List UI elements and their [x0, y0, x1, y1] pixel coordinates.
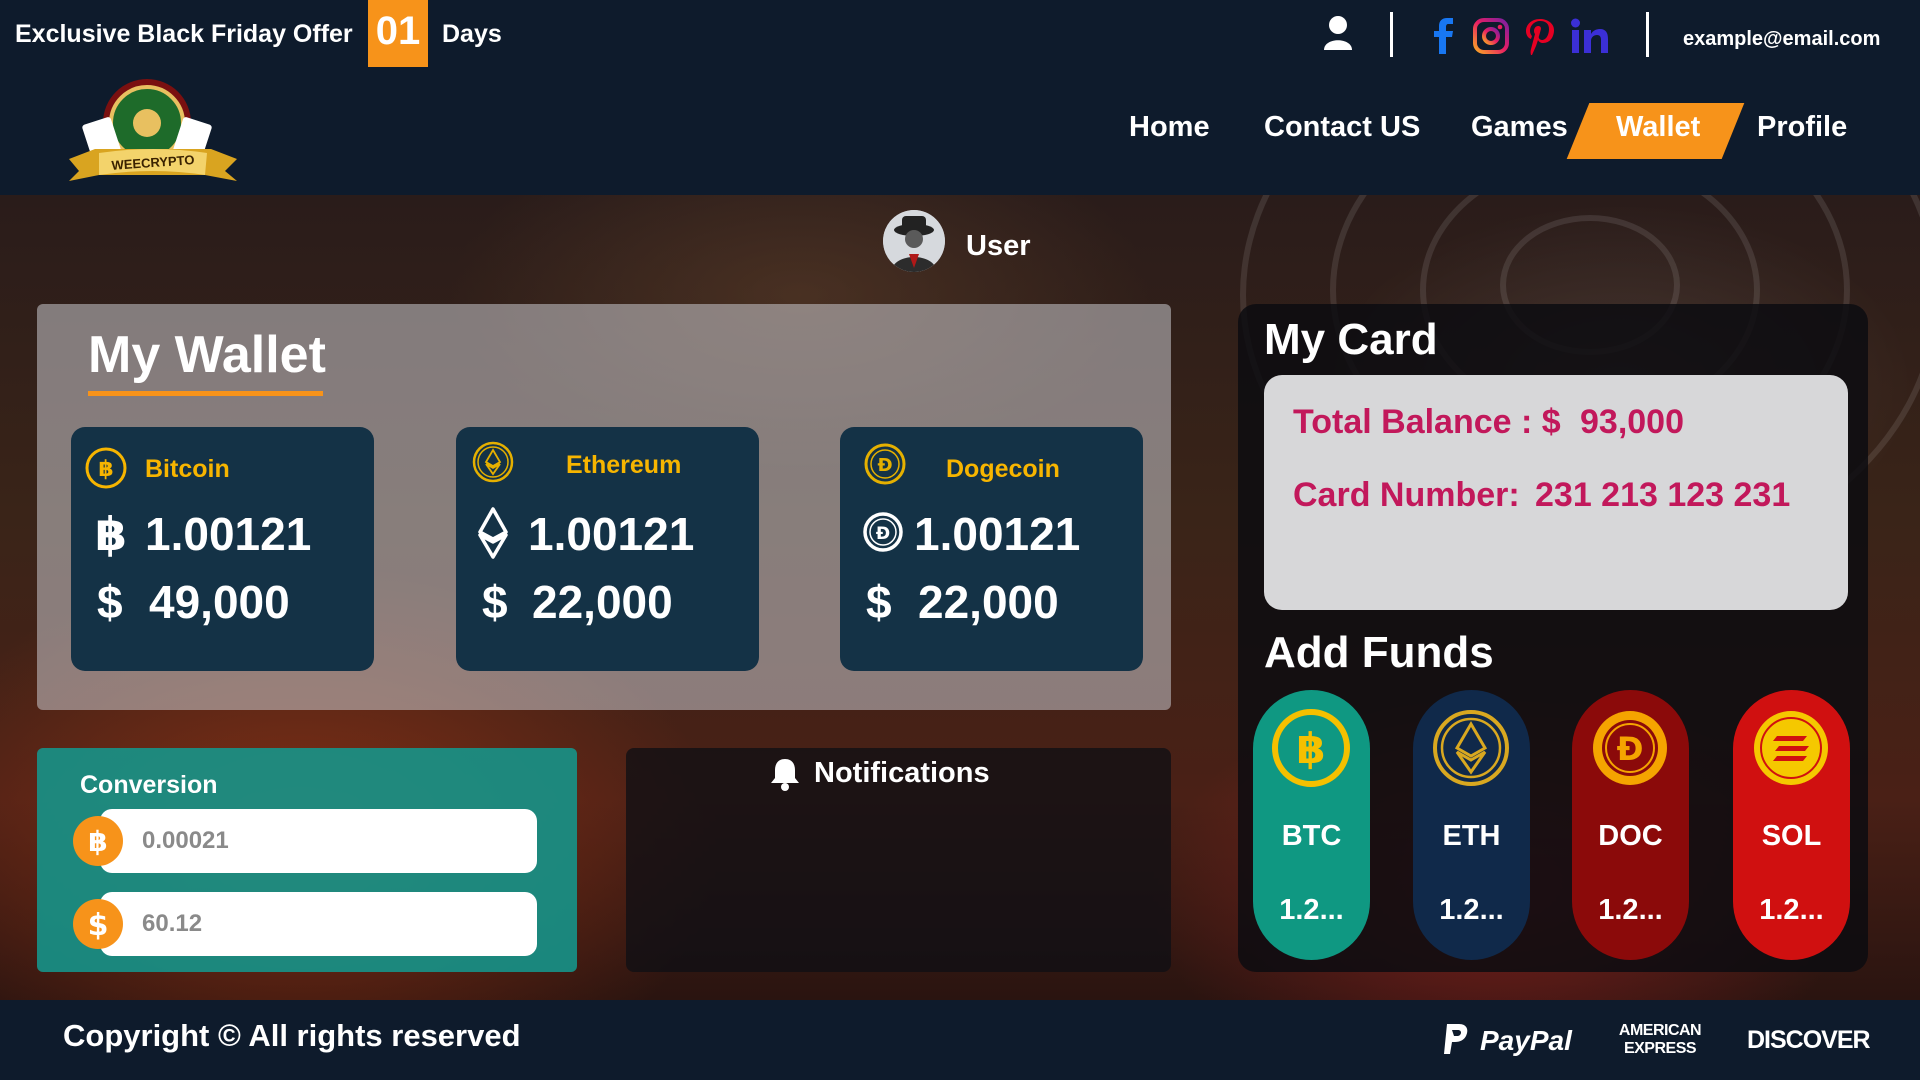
- my-card-title: My Card: [1264, 315, 1438, 364]
- fund-label: DOC: [1598, 820, 1663, 852]
- rights-text: All rights reserved: [248, 1018, 521, 1053]
- fund-value: 1.2...: [1598, 894, 1663, 926]
- svg-text:Đ: Đ: [876, 524, 890, 544]
- nav-profile[interactable]: Profile: [1757, 111, 1847, 144]
- btc-amount-input[interactable]: [100, 809, 537, 873]
- discover-logo: DISCOVER: [1747, 1026, 1871, 1054]
- separator: [1390, 12, 1393, 57]
- bell-icon: [770, 757, 800, 791]
- usd-amount-input[interactable]: [100, 892, 537, 956]
- card-number-label: Card Number:: [1293, 476, 1520, 514]
- days-count: 01: [368, 0, 428, 67]
- add-funds-doc-button[interactable]: Đ DOC 1.2...: [1572, 690, 1689, 960]
- pinterest-icon[interactable]: [1523, 17, 1561, 55]
- days-label: Days: [442, 20, 502, 48]
- fund-value: 1.2...: [1759, 894, 1824, 926]
- paypal-logo: PayPal: [1480, 1025, 1572, 1056]
- add-funds-btc-button[interactable]: ฿ BTC 1.2...: [1253, 690, 1370, 960]
- ethereum-wallet-card[interactable]: Ethereum 1.00121 $ 22,000: [456, 427, 759, 671]
- dollar-icon: $: [72, 898, 124, 950]
- coin-usd-value: 22,000: [532, 576, 673, 628]
- nav-home[interactable]: Home: [1129, 111, 1210, 144]
- svg-text:Đ: Đ: [1617, 730, 1644, 768]
- ethereum-symbol-icon: [478, 507, 508, 559]
- nav-wallet[interactable]: Wallet: [1616, 111, 1700, 144]
- ethereum-icon: [1431, 708, 1511, 788]
- usd-symbol: $: [866, 576, 892, 628]
- paypal-icon: [1443, 1022, 1471, 1056]
- usd-symbol: $: [97, 576, 123, 628]
- coin-name: Bitcoin: [145, 455, 230, 483]
- coin-name: Dogecoin: [946, 455, 1060, 483]
- fund-label: ETH: [1442, 820, 1501, 852]
- coin-symbol: ฿: [95, 508, 128, 560]
- my-wallet-title: My Wallet: [88, 326, 326, 384]
- user-name: User: [966, 230, 1031, 262]
- total-balance-label: Total Balance : $: [1293, 403, 1561, 441]
- svg-text:฿: ฿: [1296, 724, 1325, 773]
- copyright-text: Copyright © All rights reserved: [63, 1018, 521, 1054]
- fund-value: 1.2...: [1279, 894, 1344, 926]
- coin-name: Ethereum: [566, 451, 682, 479]
- user-avatar[interactable]: [883, 210, 945, 272]
- copyright-label: Copyright: [63, 1018, 210, 1053]
- solana-icon: [1751, 708, 1831, 788]
- separator: [1646, 12, 1649, 57]
- add-funds-title: Add Funds: [1264, 628, 1494, 677]
- offer-text: Exclusive Black Friday Offer: [15, 20, 353, 48]
- svg-text:$: $: [88, 908, 109, 943]
- svg-text:Đ: Đ: [877, 455, 892, 476]
- coin-usd-value: 22,000: [918, 576, 1059, 628]
- total-balance-value: 93,000: [1580, 403, 1684, 441]
- bitcoin-icon: ฿: [1271, 708, 1351, 788]
- user-icon[interactable]: [1323, 15, 1353, 51]
- ethereum-icon: [472, 441, 514, 483]
- nav-contact-us[interactable]: Contact US: [1264, 111, 1420, 144]
- coin-usd-value: 49,000: [149, 576, 290, 628]
- contact-email[interactable]: example@email.com: [1683, 28, 1880, 51]
- dogecoin-symbol-icon: Đ: [862, 511, 904, 553]
- coin-amount: 1.00121: [528, 508, 695, 560]
- fund-label: BTC: [1281, 820, 1342, 852]
- coin-amount: 1.00121: [914, 508, 1081, 560]
- conversion-title: Conversion: [80, 771, 218, 799]
- facebook-icon[interactable]: [1426, 17, 1464, 55]
- dogecoin-wallet-card[interactable]: Đ Dogecoin Đ 1.00121 $ 22,000: [840, 427, 1143, 671]
- instagram-icon[interactable]: [1472, 17, 1510, 55]
- coin-amount: 1.00121: [145, 508, 312, 560]
- copyright-symbol: ©: [218, 1018, 241, 1053]
- nav-games[interactable]: Games: [1471, 111, 1568, 144]
- bitcoin-icon: ฿: [72, 815, 124, 867]
- bitcoin-icon: ฿: [85, 447, 127, 489]
- add-funds-eth-button[interactable]: ETH 1.2...: [1413, 690, 1530, 960]
- add-funds-sol-button[interactable]: SOL 1.2...: [1733, 690, 1850, 960]
- svg-text:฿: ฿: [88, 825, 107, 858]
- weecrypto-logo[interactable]: WEECRYPTO: [65, 75, 240, 187]
- bitcoin-wallet-card[interactable]: ฿ Bitcoin ฿ 1.00121 $ 49,000: [71, 427, 374, 671]
- card-number-value: 231 213 123 231: [1535, 476, 1791, 514]
- title-underline: [88, 391, 323, 396]
- fund-value: 1.2...: [1439, 894, 1504, 926]
- main-navbar: WEECRYPTO Home Contact US Games Wallet P…: [0, 67, 1920, 195]
- dogecoin-icon: Đ: [864, 443, 906, 485]
- svg-text:฿: ฿: [98, 457, 113, 482]
- dogecoin-icon: Đ: [1590, 708, 1670, 788]
- notifications-title: Notifications: [814, 757, 990, 789]
- american-express-logo: AMERICAN EXPRESS: [1618, 1022, 1702, 1057]
- usd-symbol: $: [482, 576, 508, 628]
- fund-label: SOL: [1761, 820, 1822, 852]
- linkedin-icon[interactable]: [1570, 17, 1608, 55]
